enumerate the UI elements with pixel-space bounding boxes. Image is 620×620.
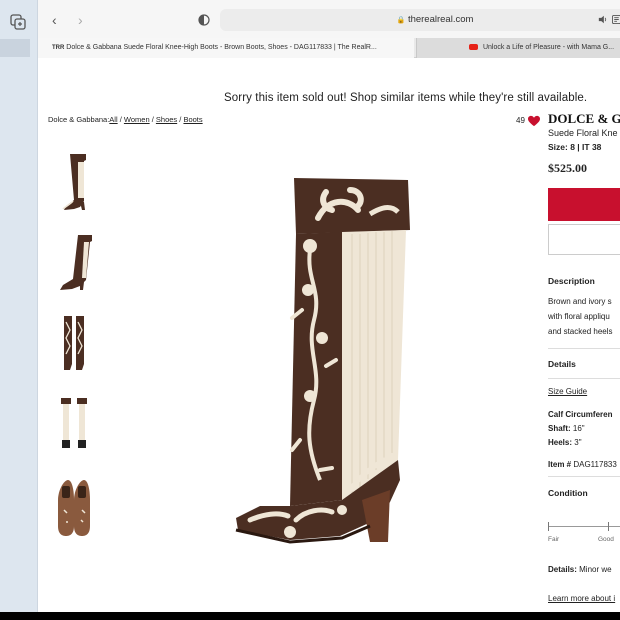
product-title: Suede Floral Kne: [548, 128, 618, 138]
product-thumbnail[interactable]: [54, 310, 94, 374]
description-line: and stacked heels: [548, 327, 613, 336]
product-thumbnail[interactable]: [54, 390, 94, 454]
heels-spec: Heels: 3": [548, 438, 582, 447]
condition-details: Details: Minor we: [548, 565, 612, 574]
youtube-icon: [469, 44, 478, 51]
privacy-shield-icon[interactable]: [198, 14, 210, 26]
back-button[interactable]: ‹: [52, 13, 64, 27]
description-line: with floral appliqu: [548, 312, 610, 321]
condition-tick: [608, 522, 609, 531]
tab-current[interactable]: TRR Dolce & Gabbana Suede Floral Knee-Hi…: [38, 38, 414, 58]
product-size: Size: 8 | IT 38: [548, 142, 602, 152]
reader-icon[interactable]: [612, 15, 620, 24]
likes-count[interactable]: 49: [516, 115, 541, 127]
tab-bar: TRR Dolce & Gabbana Suede Floral Knee-Hi…: [38, 38, 620, 58]
forward-button[interactable]: ›: [78, 13, 90, 27]
product-price: $525.00: [548, 161, 587, 175]
browser-window: ‹ › 🔒 therealreal.com TRR Dolce & Gabban…: [0, 0, 620, 612]
lock-icon: 🔒: [396, 17, 406, 24]
condition-scale-good: Good: [598, 536, 614, 543]
divider: [548, 378, 620, 379]
description-heading: Description: [548, 276, 595, 286]
add-to-bag-button[interactable]: [548, 188, 620, 221]
sidebar-active-item[interactable]: [0, 39, 30, 57]
divider: [548, 348, 620, 349]
condition-scale-line: [548, 526, 620, 527]
browser-sidebar: [0, 0, 38, 612]
heart-icon[interactable]: [527, 115, 541, 127]
audio-icon[interactable]: [598, 15, 608, 24]
page-content: Sorry this item sold out! Shop similar i…: [38, 58, 620, 612]
size-guide-link[interactable]: Size Guide: [548, 387, 587, 396]
browser-toolbar: ‹ › 🔒 therealreal.com: [38, 0, 620, 38]
tab-favicon-icon: TRR: [52, 45, 65, 51]
divider: [548, 476, 620, 477]
item-number: Item # DAG117833: [548, 460, 617, 469]
tab-other[interactable]: Unlock a Life of Pleasure - with Mama G.…: [416, 38, 620, 58]
condition-heading: Condition: [548, 488, 588, 498]
product-brand[interactable]: DOLCE & G: [548, 111, 620, 127]
secondary-action-button[interactable]: [548, 224, 620, 255]
condition-tick: [548, 522, 549, 531]
condition-scale-fair: Fair: [548, 536, 560, 543]
url-text: 🔒 therealreal.com: [396, 14, 474, 25]
sold-out-banner: Sorry this item sold out! Shop similar i…: [224, 92, 588, 104]
product-thumbnail[interactable]: [54, 470, 94, 540]
breadcrumb-all[interactable]: All: [109, 115, 117, 124]
breadcrumb-shoes[interactable]: Shoes: [156, 115, 177, 124]
description-line: Brown and ivory s: [548, 297, 612, 306]
calf-circumference-label: Calf Circumferen: [548, 410, 613, 419]
breadcrumb: Dolce & Gabbana:All / Women / Shoes / Bo…: [48, 115, 203, 124]
shaft-spec: Shaft: 16": [548, 424, 585, 433]
condition-scale: [548, 521, 620, 531]
breadcrumb-boots[interactable]: Boots: [183, 115, 202, 124]
details-heading: Details: [548, 359, 576, 369]
product-thumbnail[interactable]: [54, 230, 94, 294]
product-main-image[interactable]: [230, 170, 410, 560]
tab-overview-icon[interactable]: [10, 14, 26, 30]
learn-more-link[interactable]: Learn more about i: [548, 594, 615, 603]
product-thumbnail[interactable]: [54, 150, 94, 214]
breadcrumb-women[interactable]: Women: [124, 115, 150, 124]
address-bar[interactable]: 🔒 therealreal.com: [220, 9, 620, 31]
